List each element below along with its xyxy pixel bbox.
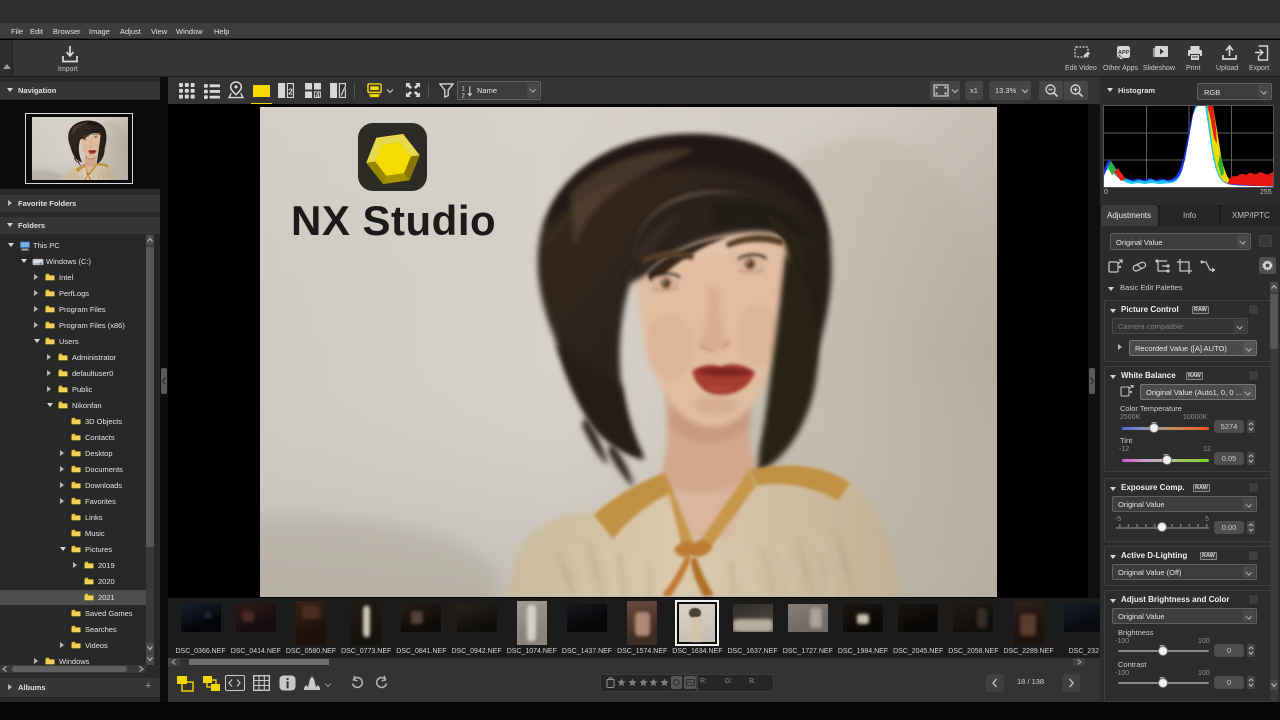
svg-text:2: 2 [288,86,293,96]
svg-text:2: 2 [461,94,465,98]
svg-text:4: 4 [316,93,320,98]
svg-text:NX Studio: NX Studio [291,197,496,244]
svg-text:1: 1 [461,87,465,93]
